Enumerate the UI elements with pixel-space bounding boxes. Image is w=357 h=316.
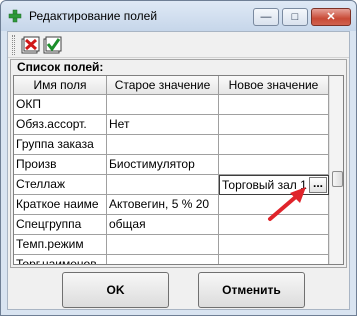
column-header-new-value[interactable]: Новое значение bbox=[219, 76, 329, 95]
field-name-cell[interactable]: ОКП bbox=[14, 95, 107, 115]
old-value-cell[interactable] bbox=[107, 235, 219, 255]
old-value-cell[interactable]: Биостимулятор bbox=[107, 155, 219, 175]
table-row[interactable]: Темп.режим bbox=[14, 235, 329, 255]
field-name-cell[interactable]: Темп.режим bbox=[14, 235, 107, 255]
field-name-cell[interactable]: Произв bbox=[14, 155, 107, 175]
dialog-window: Редактирование полей — □ ✕ Список полей:… bbox=[0, 0, 357, 316]
old-value-cell[interactable]: Актовегин, 5 % 20 bbox=[107, 195, 219, 215]
green-cross-app-icon bbox=[8, 9, 22, 23]
maximize-button[interactable]: □ bbox=[282, 8, 308, 26]
old-value-cell[interactable] bbox=[107, 135, 219, 155]
dialog-client-area: Список полей: Имя поля Старое значение Н… bbox=[7, 31, 350, 310]
field-name-cell[interactable]: Стеллаж bbox=[14, 175, 107, 195]
column-header-field-name[interactable]: Имя поля bbox=[14, 76, 107, 95]
toolbar-grip[interactable] bbox=[12, 35, 15, 55]
apply-check-icon[interactable] bbox=[42, 35, 62, 55]
scrollbar-thumb[interactable] bbox=[332, 171, 343, 187]
ok-button[interactable]: OK bbox=[62, 272, 169, 308]
toolbar bbox=[8, 32, 349, 58]
group-label: Список полей: bbox=[15, 60, 106, 74]
field-name-cell[interactable]: Краткое наиме bbox=[14, 195, 107, 215]
cancel-x-icon[interactable] bbox=[20, 35, 40, 55]
cancel-button[interactable]: Отменить bbox=[198, 272, 305, 308]
minimize-button[interactable]: — bbox=[253, 8, 279, 26]
old-value-cell[interactable]: общая bbox=[107, 215, 219, 235]
table-row[interactable]: ОКП bbox=[14, 95, 329, 115]
new-value-cell[interactable] bbox=[219, 115, 329, 135]
new-value-cell[interactable] bbox=[219, 255, 329, 264]
new-value-cell[interactable] bbox=[219, 95, 329, 115]
title-bar[interactable]: Редактирование полей — □ ✕ bbox=[1, 1, 356, 31]
table-row[interactable]: Обяз.ассорт. Нет bbox=[14, 115, 329, 135]
field-name-cell[interactable]: Спецгруппа bbox=[14, 215, 107, 235]
old-value-cell[interactable] bbox=[107, 95, 219, 115]
new-value-cell[interactable] bbox=[219, 135, 329, 155]
field-name-cell[interactable]: Группа заказа bbox=[14, 135, 107, 155]
fields-grid[interactable]: Имя поля Старое значение Новое значение … bbox=[13, 75, 344, 265]
table-row[interactable]: Торг.наименов bbox=[14, 255, 329, 264]
field-name-cell[interactable]: Торг.наименов bbox=[14, 255, 107, 264]
old-value-cell[interactable]: Нет bbox=[107, 115, 219, 135]
old-value-cell[interactable] bbox=[107, 255, 219, 264]
column-header-old-value[interactable]: Старое значение bbox=[107, 76, 219, 95]
fields-group: Список полей: Имя поля Старое значение Н… bbox=[10, 59, 347, 268]
new-value-cell[interactable] bbox=[219, 235, 329, 255]
vertical-scrollbar[interactable] bbox=[329, 76, 343, 264]
red-arrow-annotation-icon bbox=[268, 187, 306, 221]
table-row[interactable]: Произв Биостимулятор bbox=[14, 155, 329, 175]
old-value-cell[interactable] bbox=[107, 175, 219, 195]
close-button[interactable]: ✕ bbox=[311, 8, 351, 26]
window-title: Редактирование полей bbox=[29, 9, 158, 23]
field-name-cell[interactable]: Обяз.ассорт. bbox=[14, 115, 107, 135]
new-value-cell[interactable] bbox=[219, 155, 329, 175]
table-row[interactable]: Группа заказа bbox=[14, 135, 329, 155]
